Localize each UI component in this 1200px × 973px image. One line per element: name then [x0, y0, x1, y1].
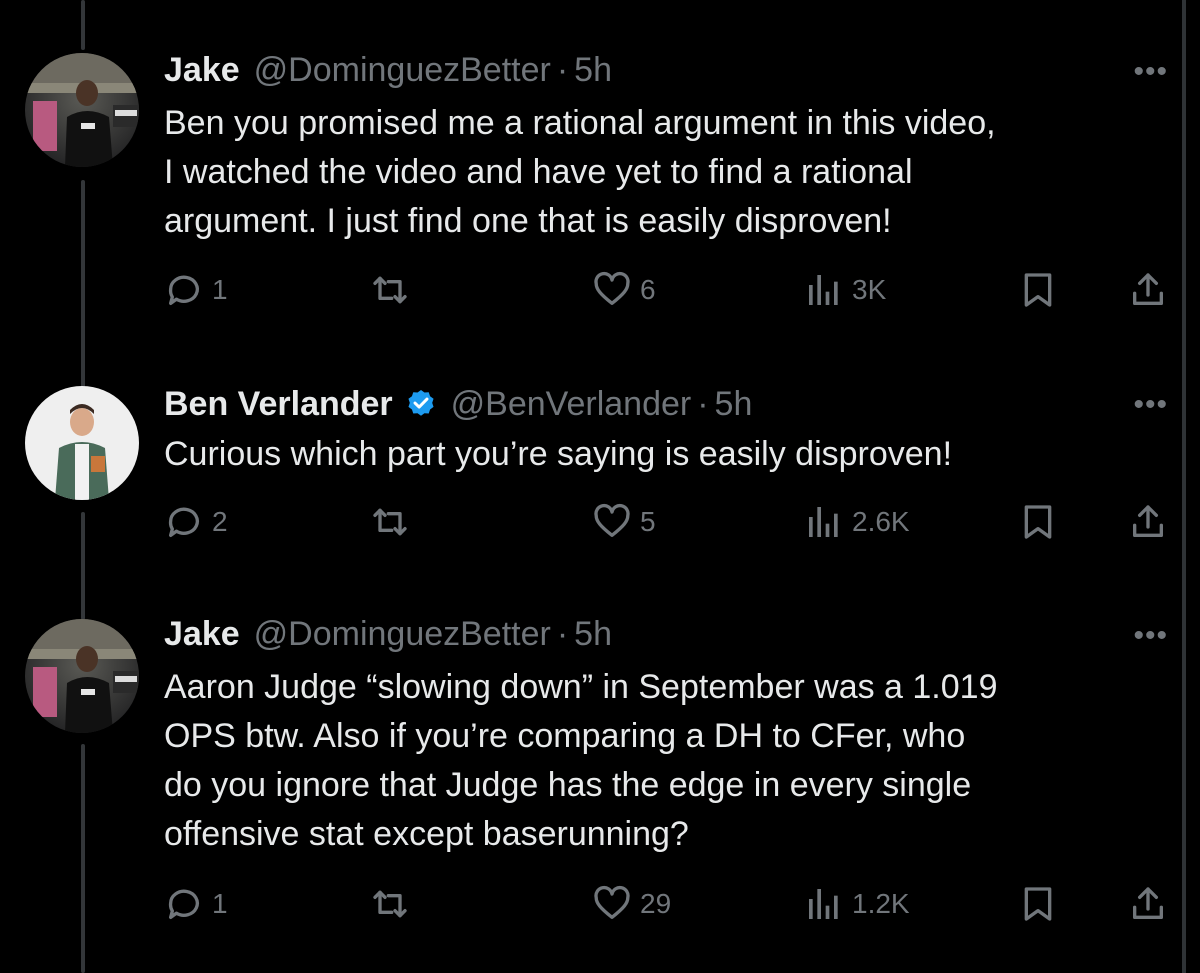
tweet-text: Aaron Judge “slowing down” in September … — [164, 663, 1164, 859]
avatar[interactable] — [25, 619, 139, 733]
bookmark-button[interactable] — [1018, 884, 1058, 924]
view-count: 1.2K — [852, 888, 910, 919]
tweet[interactable]: Jake @DominguezBetter · 5h ••• Aaron Jud… — [0, 0, 1200, 973]
share-button[interactable] — [1128, 884, 1168, 924]
user-handle[interactable]: @DominguezBetter — [254, 614, 551, 654]
share-icon — [1133, 887, 1163, 919]
display-name[interactable]: Jake — [164, 614, 240, 654]
like-count: 29 — [640, 888, 672, 919]
more-options-icon[interactable]: ••• — [1133, 621, 1168, 651]
repost-button[interactable] — [368, 884, 420, 924]
reply-button[interactable]: 1 — [164, 884, 228, 924]
like-button[interactable]: 29 — [592, 884, 671, 924]
separator-dot: · — [556, 615, 569, 653]
action-bar: 1 29 1.2K — [164, 884, 1174, 928]
reply-icon — [168, 889, 199, 919]
timestamp[interactable]: 5h — [574, 614, 612, 654]
tweet-text-line: do you ignore that Judge has the edge in… — [164, 766, 972, 804]
reply-count: 1 — [212, 888, 228, 919]
repost-icon — [373, 890, 407, 918]
heart-icon — [594, 885, 630, 919]
views-icon — [809, 889, 838, 919]
tweet-text-line: Aaron Judge “slowing down” in September … — [164, 668, 998, 706]
views-button[interactable]: 1.2K — [804, 884, 910, 924]
tweet-text-line: offensive stat except baserunning? — [164, 815, 689, 853]
bookmark-icon — [1024, 887, 1052, 921]
tweet-text-line: OPS btw. Also if you’re comparing a DH t… — [164, 717, 966, 755]
